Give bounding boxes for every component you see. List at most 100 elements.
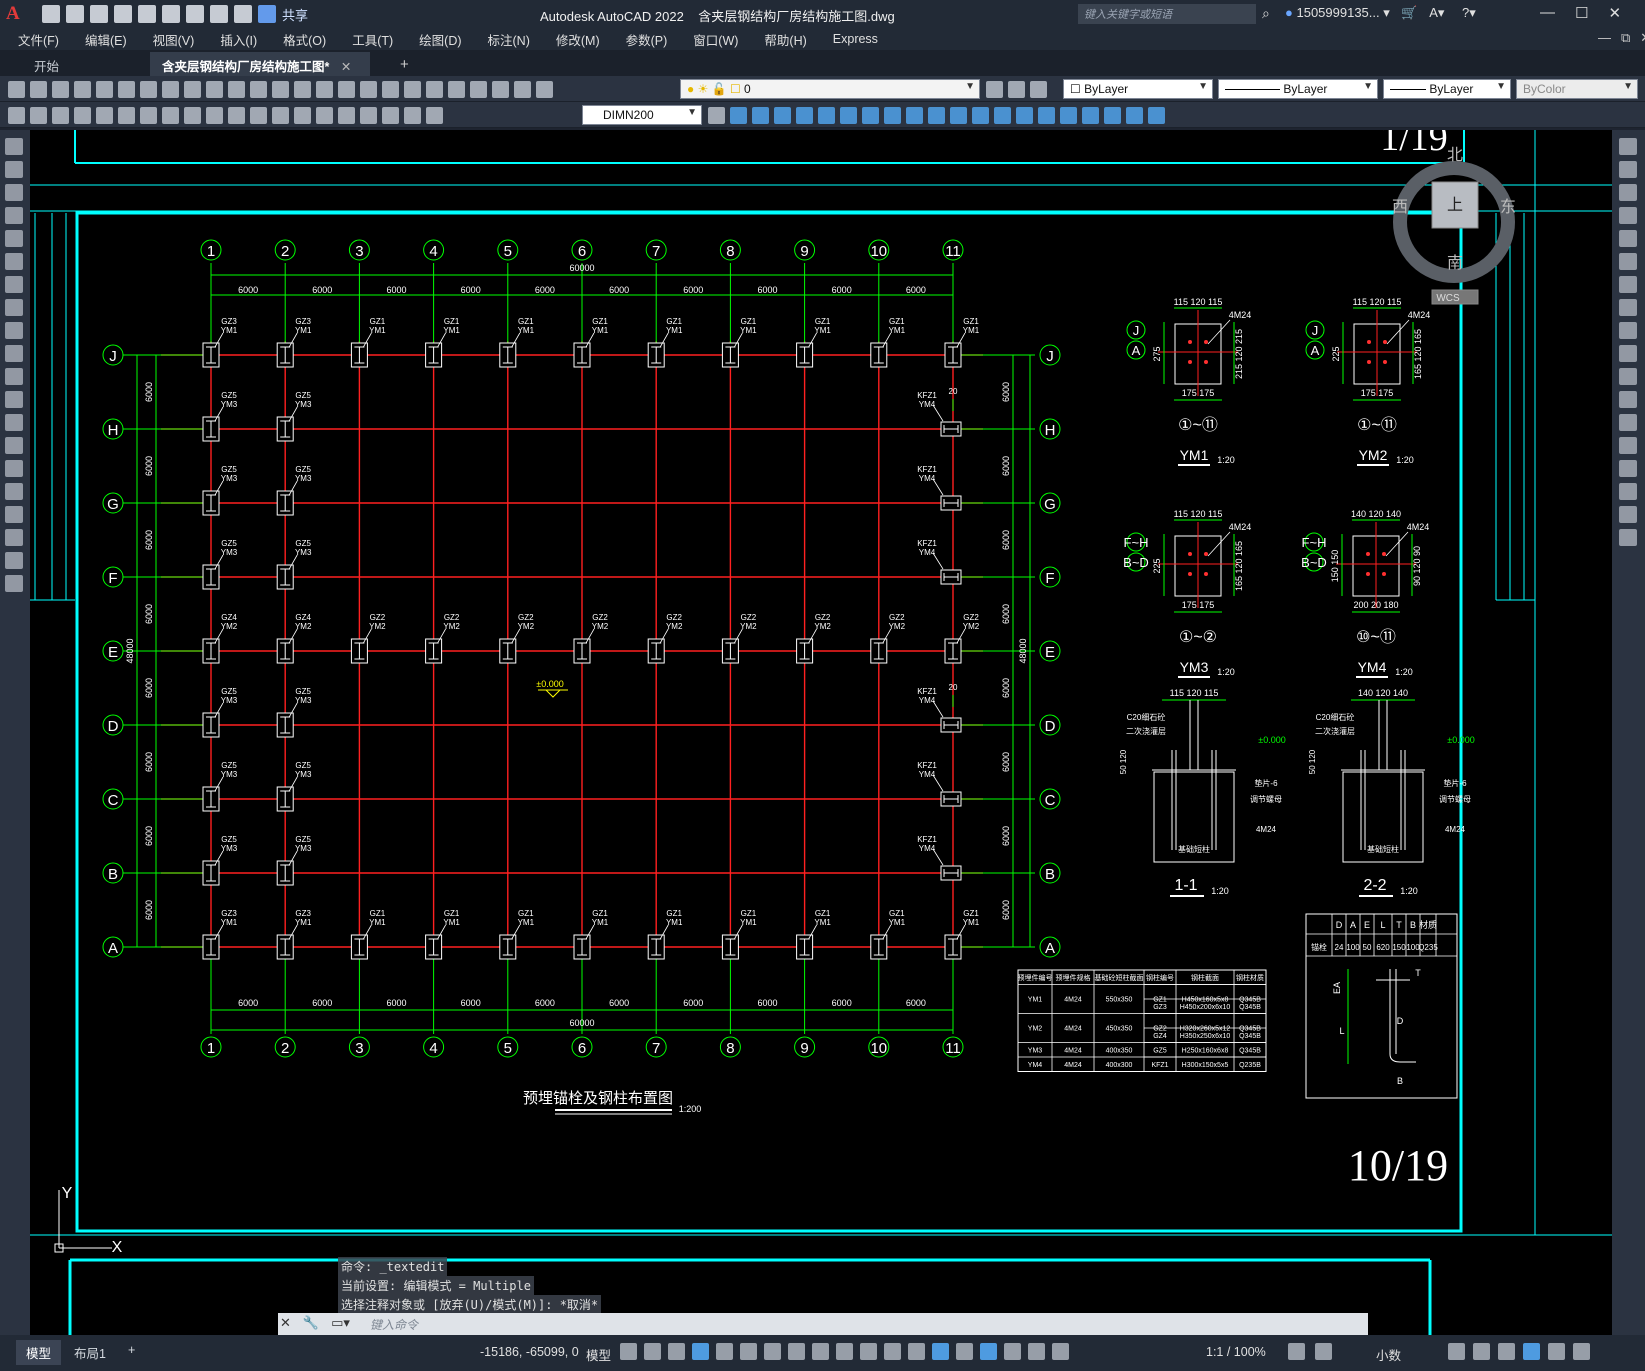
jogged-linear-icon[interactable] <box>360 106 377 124</box>
3d-rotate-icon[interactable] <box>1104 106 1121 124</box>
dim-linear-icon[interactable] <box>8 106 25 124</box>
save-icon[interactable] <box>52 80 69 98</box>
close-icon[interactable]: ✕ <box>280 1315 291 1331</box>
annotation-monitor-icon[interactable] <box>1315 1343 1332 1360</box>
object-snap-tracking-icon[interactable] <box>788 1343 805 1360</box>
3d-pyramid-icon[interactable] <box>862 106 879 124</box>
tab-close-icon[interactable]: ✕ <box>341 60 351 74</box>
undo-icon[interactable] <box>250 80 267 98</box>
search-icon[interactable]: ⌕ <box>1262 5 1270 22</box>
open-file-icon[interactable] <box>66 5 84 23</box>
dim-break-icon[interactable] <box>272 106 289 124</box>
open-icon[interactable] <box>30 80 47 98</box>
dim-continue-icon[interactable] <box>228 106 245 124</box>
make-block-icon[interactable] <box>5 414 23 431</box>
2d-osnap-icon[interactable] <box>812 1343 829 1360</box>
share-button[interactable]: 共享 <box>282 5 308 24</box>
dim-jogged-icon[interactable] <box>118 106 135 124</box>
arc-icon[interactable] <box>5 253 23 270</box>
search-input[interactable]: 键入关键字或短语 <box>1078 4 1256 24</box>
graphics-performance-icon[interactable] <box>1523 1343 1540 1360</box>
dim-arc-icon[interactable] <box>52 106 69 124</box>
close-icon[interactable]: ✕ <box>1608 4 1621 22</box>
menu-express[interactable]: Express <box>833 32 878 46</box>
dynamic-ucs-icon[interactable] <box>932 1343 949 1360</box>
make-current-icon[interactable] <box>986 80 1003 98</box>
dim-baseline-icon[interactable] <box>206 106 223 124</box>
dim-style-icon[interactable] <box>708 106 725 124</box>
menu-file[interactable]: 文件(F) <box>18 30 59 49</box>
stretch-icon[interactable] <box>1619 322 1637 339</box>
mirror-icon[interactable] <box>1619 184 1637 201</box>
point-icon[interactable] <box>5 437 23 454</box>
3d-cylinder-icon[interactable] <box>818 106 835 124</box>
cursor-coordinates[interactable]: -15186, -65099, 0 <box>480 1345 579 1359</box>
3d-wedge-icon[interactable] <box>752 106 769 124</box>
menu-edit[interactable]: 编辑(E) <box>85 30 127 49</box>
drawing-canvas[interactable]: 1/19 10/19 1 1 2 2 3 3 4 4 5 5 6 6 7 7 8 8 9 9 10 10 11 11 J J H H… <box>30 130 1612 1335</box>
erase-icon[interactable] <box>1619 138 1637 155</box>
web-open-icon[interactable] <box>138 5 156 23</box>
dim-ordinate-icon[interactable] <box>74 106 91 124</box>
break-icon[interactable] <box>1619 414 1637 431</box>
array-icon[interactable] <box>1619 230 1637 247</box>
dim-update-icon[interactable] <box>426 106 443 124</box>
matchprop-icon[interactable] <box>228 80 245 98</box>
rotate-icon[interactable] <box>1619 276 1637 293</box>
minimize-icon[interactable]: — <box>1540 4 1555 22</box>
rectangle-icon[interactable] <box>5 230 23 247</box>
zoom-previous-icon[interactable] <box>360 80 377 98</box>
offset-icon[interactable] <box>1619 207 1637 224</box>
construction-line-icon[interactable] <box>5 161 23 178</box>
dim-text-edit-icon[interactable] <box>404 106 421 124</box>
3d-cone-icon[interactable] <box>774 106 791 124</box>
layer-previous-icon[interactable] <box>1008 80 1025 98</box>
menu-modify[interactable]: 修改(M) <box>556 30 600 49</box>
tab-drawing[interactable]: 含夹层钢结构厂房结构施工图* ✕ <box>150 52 370 76</box>
clean-screen-icon[interactable] <box>1548 1343 1565 1360</box>
tool-palettes-icon[interactable] <box>426 80 443 98</box>
zoom-realtime-icon[interactable] <box>316 80 333 98</box>
intersect-icon[interactable] <box>1060 106 1077 124</box>
help-icon[interactable]: ?▾ <box>1462 5 1476 20</box>
tolerance-icon[interactable] <box>294 106 311 124</box>
lineweight-dropdown[interactable]: ByLayer ▼ <box>1383 79 1511 99</box>
inspection-icon[interactable] <box>338 106 355 124</box>
selection-filter-icon[interactable] <box>956 1343 973 1360</box>
redo-icon[interactable] <box>234 5 252 23</box>
extrude-icon[interactable] <box>906 106 923 124</box>
drawing-svg[interactable]: 1/1910/19 11223344556677889910101111J JH H… <box>30 130 1612 1335</box>
transparency-icon[interactable] <box>860 1343 877 1360</box>
new-file-icon[interactable] <box>42 5 60 23</box>
cart-icon[interactable]: 🛒 <box>1401 5 1417 20</box>
mtext-icon[interactable] <box>5 552 23 569</box>
menu-dimension[interactable]: 标注(N) <box>488 30 530 49</box>
menu-tools[interactable]: 工具(T) <box>352 30 393 49</box>
3d-array-icon[interactable] <box>1148 106 1165 124</box>
blend-icon[interactable] <box>1619 506 1637 523</box>
menu-view[interactable]: 视图(V) <box>153 30 195 49</box>
dim-edit-icon[interactable] <box>382 106 399 124</box>
polyline-icon[interactable] <box>5 184 23 201</box>
annotation-scale[interactable]: 1:1 / 100% <box>1206 1345 1266 1359</box>
model-space-toggle[interactable]: 模型 <box>586 1345 611 1364</box>
properties-icon[interactable] <box>382 80 399 98</box>
save-icon[interactable] <box>90 5 108 23</box>
help-icon[interactable] <box>514 80 531 98</box>
workspace-gear-icon[interactable] <box>1288 1343 1305 1360</box>
3d-dwf-icon[interactable] <box>140 80 157 98</box>
ellipse-icon[interactable] <box>5 345 23 362</box>
dynamic-input-icon[interactable] <box>692 1343 709 1360</box>
break-point-icon[interactable] <box>1619 391 1637 408</box>
lock-ui-icon[interactable] <box>1473 1343 1490 1360</box>
plot-icon[interactable] <box>74 80 91 98</box>
selection-cycling-icon[interactable] <box>884 1343 901 1360</box>
cut-icon[interactable] <box>162 80 179 98</box>
layer-properties-icon[interactable] <box>536 80 553 98</box>
isodraft-icon[interactable] <box>764 1343 781 1360</box>
trim-icon[interactable] <box>1619 345 1637 362</box>
web-save-icon[interactable] <box>162 5 180 23</box>
zoom-window-icon[interactable] <box>338 80 355 98</box>
3d-move-icon[interactable] <box>1082 106 1099 124</box>
command-menu-icon[interactable]: ▭▾ <box>331 1315 350 1331</box>
